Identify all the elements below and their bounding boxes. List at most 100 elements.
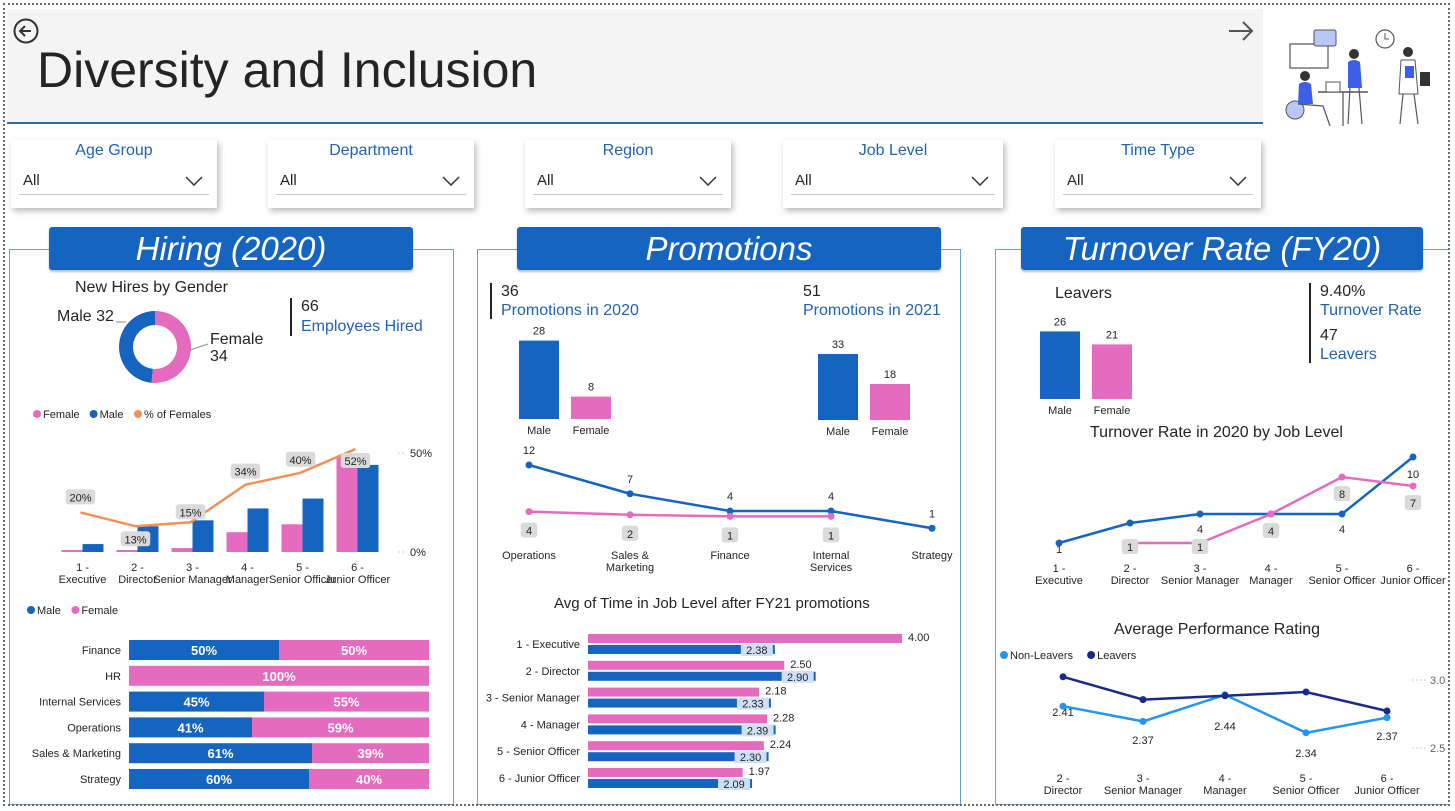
promo2020-bar-male xyxy=(519,340,559,419)
dept-legend-label: Female xyxy=(81,605,118,617)
bar-value: 1.97 xyxy=(749,766,770,778)
leavers-bar-female xyxy=(1092,344,1132,399)
x-tick-label: 6 -Junior Officer xyxy=(1354,773,1420,797)
male-value: 4 xyxy=(1197,524,1203,536)
bar-value: 50% xyxy=(341,643,367,658)
male-value: 4 xyxy=(828,491,834,503)
bar-value: 2.33 xyxy=(742,699,763,711)
perf-legend-label: Leavers xyxy=(1097,650,1137,662)
leavers-bar-male xyxy=(1040,331,1080,399)
pct-label: 13% xyxy=(124,534,146,546)
bar-value: 2.90 xyxy=(787,672,808,684)
x-tick-label: 3 -Senior Manager xyxy=(1104,773,1183,797)
promo2021-value: 33 xyxy=(832,339,844,351)
x-tick-label: 3 -Senior Manager xyxy=(153,562,232,586)
leavers-point xyxy=(1139,696,1147,704)
leavers-point xyxy=(1383,707,1391,715)
leavers-point xyxy=(1302,688,1310,696)
bar-female xyxy=(588,741,764,751)
bar-male xyxy=(247,508,269,552)
female-value: 8 xyxy=(1339,489,1345,501)
bar-value: 2.38 xyxy=(746,645,767,657)
x-tick-label: 6 -Junior Officer xyxy=(1380,563,1446,587)
hires-legend-label: Female xyxy=(43,409,80,421)
level-label: 5 - Senior Officer xyxy=(497,746,580,758)
perf-legend-label: Non-Leavers xyxy=(1010,650,1073,662)
female-value: 4 xyxy=(526,526,532,538)
male-point xyxy=(1196,510,1204,518)
male-point xyxy=(928,524,936,532)
perf-legend-dot xyxy=(1000,651,1008,659)
y-tick: 3.0 xyxy=(1430,675,1445,687)
dept-label: Finance xyxy=(82,645,121,657)
bar-female xyxy=(336,456,358,552)
leavers-value: 26 xyxy=(1054,316,1066,328)
level-label: 3 - Senior Manager xyxy=(486,693,580,705)
hires-legend-label: % of Females xyxy=(144,409,212,421)
bar-female xyxy=(281,524,303,552)
point-value: 2.37 xyxy=(1132,735,1153,747)
y2-tick: 50% xyxy=(410,448,432,460)
male-value: 10 xyxy=(1407,469,1419,481)
level-label: 6 - Junior Officer xyxy=(499,773,580,785)
female-value: 1 xyxy=(1127,542,1133,554)
level-label: 2 - Director xyxy=(526,666,581,678)
leavers-point xyxy=(1221,692,1229,700)
bar-value: 2.30 xyxy=(740,752,761,764)
bar-value: 59% xyxy=(327,720,353,735)
dept-legend-dot xyxy=(71,606,80,614)
female-value: 2 xyxy=(627,529,633,541)
bar-value: 40% xyxy=(356,772,382,787)
male-value: 12 xyxy=(523,445,535,457)
bar-female xyxy=(588,687,760,697)
bar-value: 2.18 xyxy=(765,686,786,698)
dept-legend-dot xyxy=(27,606,35,614)
bar-value: 4.00 xyxy=(908,632,929,644)
male-point xyxy=(626,490,634,498)
female-value: 1 xyxy=(828,530,834,542)
dept-label: Internal Services xyxy=(39,697,121,709)
pct-label: 40% xyxy=(289,455,311,467)
promo2021-bar-female xyxy=(870,384,910,420)
non-leavers-point xyxy=(1383,714,1391,722)
male-value: 1 xyxy=(929,508,935,520)
hires-legend-dot xyxy=(89,410,98,418)
bar-value: 2.09 xyxy=(723,779,744,791)
perf-legend-dot xyxy=(1087,651,1096,659)
dept-label: Operations xyxy=(67,722,121,734)
male-value: 4 xyxy=(1339,524,1345,536)
leavers-point xyxy=(1059,673,1067,681)
female-value: 1 xyxy=(727,530,733,542)
donut-leader xyxy=(189,343,209,351)
male-point xyxy=(1338,510,1346,518)
donut-slice-female xyxy=(151,311,192,384)
bar-value: 45% xyxy=(183,695,209,710)
x-tick-label: 4 -Manager xyxy=(1249,563,1293,587)
bar-female xyxy=(588,768,743,777)
charts-canvas: Female Male % of Females 50% 0% 1 -Executive 2… xyxy=(27,311,1446,797)
y-tick: 2.5 xyxy=(1430,743,1445,755)
female-value: 4 xyxy=(1268,526,1274,538)
level-label: 4 - Manager xyxy=(521,719,581,731)
female-value: 1 xyxy=(1197,542,1203,554)
promo2021-label: Male xyxy=(826,426,850,438)
bar-value: 41% xyxy=(177,720,203,735)
leavers-label: Male xyxy=(1048,405,1072,417)
bar-female xyxy=(588,634,902,643)
promo2021-label: Female xyxy=(872,426,909,438)
dept-label: Strategy xyxy=(80,774,121,786)
hires-legend-dot xyxy=(33,410,41,418)
bar-female xyxy=(226,532,248,552)
x-tick-label: Strategy xyxy=(912,550,953,562)
female-point xyxy=(1267,510,1275,518)
dept-label: HR xyxy=(105,671,121,683)
hires-legend-label: Male xyxy=(100,409,124,421)
bar-value: 100% xyxy=(262,669,296,684)
pct-label: 15% xyxy=(179,507,201,519)
promo2021-bar-male xyxy=(818,354,858,420)
dept-label: Sales & Marketing xyxy=(32,748,121,760)
y2-tick: 0% xyxy=(410,547,426,559)
x-tick-label: 2 -Director xyxy=(118,562,157,586)
x-tick-label: 2 -Director xyxy=(1111,563,1150,587)
x-tick-label: Internal Services xyxy=(810,550,853,574)
